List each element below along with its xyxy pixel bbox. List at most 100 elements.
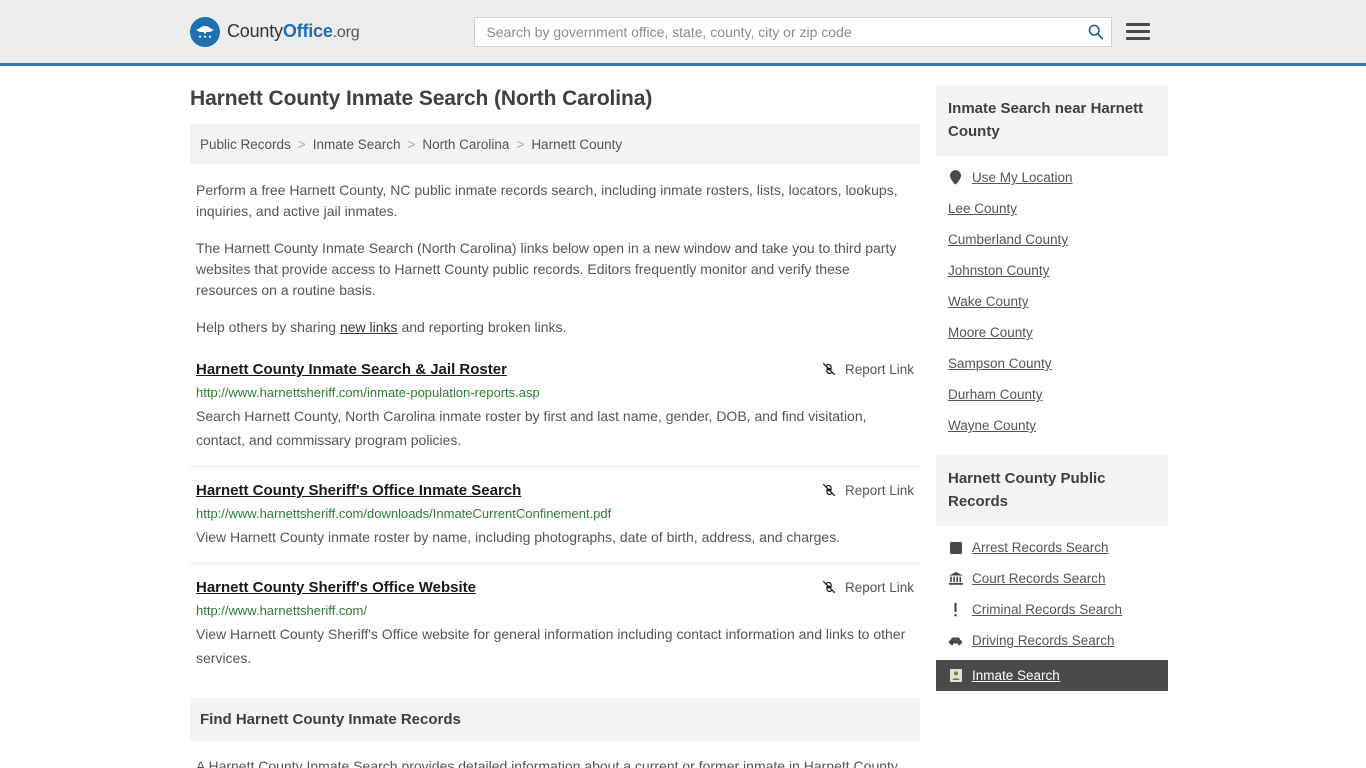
site-header: CountyOffice.org [0, 0, 1366, 66]
fingerprint-square-icon [948, 540, 963, 555]
find-records-heading: Find Harnett County Inmate Records [200, 711, 461, 728]
result-title-link[interactable]: Harnett County Sheriff's Office Inmate S… [196, 481, 521, 501]
public-records-panel: Harnett County Public Records Arrest Rec… [936, 455, 1168, 691]
search-button[interactable] [1085, 22, 1105, 42]
result-item: Harnett County Inmate Search & Jail Rost… [190, 360, 920, 467]
broken-link-icon [822, 484, 835, 496]
report-link-button[interactable]: Report Link [821, 481, 914, 498]
sidebar-item-johnston-county[interactable]: Johnston County [936, 255, 1168, 286]
sidebar-item-court-records[interactable]: Court Records Search [936, 563, 1168, 594]
county-link[interactable]: Moore County [948, 325, 1033, 340]
sidebar-item-sampson-county[interactable]: Sampson County [936, 348, 1168, 379]
result-title-link[interactable]: Harnett County Inmate Search & Jail Rost… [196, 360, 507, 380]
criminal-records-link[interactable]: Criminal Records Search [972, 602, 1122, 617]
find-records-body: A Harnett County Inmate Search provides … [196, 758, 901, 768]
result-url: http://www.harnettsheriff.com/ [196, 603, 367, 618]
logo-text-part1: County [227, 21, 283, 41]
header-search-area [474, 16, 1151, 47]
report-link-label: Report Link [844, 482, 914, 498]
search-box[interactable] [474, 16, 1113, 47]
share-prefix: Help others by sharing [196, 319, 340, 335]
hamburger-bar [1126, 23, 1151, 26]
county-link[interactable]: Sampson County [948, 356, 1052, 371]
county-link[interactable]: Johnston County [948, 263, 1049, 278]
car-icon [948, 633, 963, 648]
breadcrumb: Public Records > Inmate Search > North C… [190, 124, 920, 164]
report-link-label: Report Link [844, 579, 914, 595]
public-records-list: Arrest Records Search Court Records Sear… [936, 526, 1168, 691]
use-my-location-link[interactable]: Use My Location [972, 170, 1073, 185]
near-panel-header: Inmate Search near Harnett County [936, 85, 1168, 156]
sidebar-item-inmate-search[interactable]: Inmate Search [936, 660, 1168, 691]
results-list: Harnett County Inmate Search & Jail Rost… [190, 360, 920, 684]
breadcrumb-item-inmate-search[interactable]: Inmate Search [313, 137, 401, 152]
near-panel-heading: Inmate Search near Harnett County [948, 100, 1144, 140]
search-input[interactable] [475, 17, 1112, 46]
public-records-panel-header: Harnett County Public Records [936, 455, 1168, 526]
county-link[interactable]: Wayne County [948, 418, 1036, 433]
courthouse-icon [948, 571, 963, 586]
sidebar-item-cumberland-county[interactable]: Cumberland County [936, 224, 1168, 255]
sidebar-item-wayne-county[interactable]: Wayne County [936, 410, 1168, 441]
result-title-link[interactable]: Harnett County Sheriff's Office Website [196, 578, 476, 598]
site-logo-text: CountyOffice.org [227, 21, 360, 42]
county-link[interactable]: Lee County [948, 201, 1017, 216]
sidebar: Inmate Search near Harnett County Use My… [936, 63, 1168, 705]
breadcrumb-separator: > [516, 136, 525, 152]
result-item: Harnett County Sheriff's Office Inmate S… [190, 481, 920, 564]
search-icon [1088, 24, 1104, 40]
logo-text-part2: Office [282, 21, 333, 41]
sidebar-item-criminal-records[interactable]: Criminal Records Search [936, 594, 1168, 625]
near-panel: Inmate Search near Harnett County Use My… [936, 85, 1168, 441]
result-url: http://www.harnettsheriff.com/inmate-pop… [196, 385, 540, 400]
find-records-header: Find Harnett County Inmate Records [190, 698, 920, 741]
report-link-button[interactable]: Report Link [821, 578, 914, 595]
broken-link-icon [822, 363, 835, 375]
exclamation-icon [948, 602, 963, 617]
logo-text-part3: .org [332, 24, 360, 41]
sidebar-item-arrest-records[interactable]: Arrest Records Search [936, 532, 1168, 563]
result-description: Search Harnett County, North Carolina in… [196, 408, 867, 448]
sidebar-item-durham-county[interactable]: Durham County [936, 379, 1168, 410]
breadcrumb-separator: > [297, 136, 306, 152]
breadcrumb-separator: > [407, 136, 416, 152]
page-title: Harnett County Inmate Search (North Caro… [190, 87, 653, 110]
breadcrumb-item-harnett-county[interactable]: Harnett County [531, 137, 622, 152]
sidebar-item-driving-records[interactable]: Driving Records Search [936, 625, 1168, 656]
intro-paragraph-1: Perform a free Harnett County, NC public… [196, 182, 898, 219]
share-suffix: and reporting broken links. [397, 319, 567, 335]
main-content: Harnett County Inmate Search (North Caro… [190, 63, 920, 768]
sidebar-item-moore-county[interactable]: Moore County [936, 317, 1168, 348]
share-paragraph: Help others by sharing new links and rep… [190, 317, 920, 338]
breadcrumb-item-north-carolina[interactable]: North Carolina [422, 137, 509, 152]
county-link[interactable]: Wake County [948, 294, 1029, 309]
hamburger-menu-icon[interactable] [1126, 23, 1151, 40]
report-link-button[interactable]: Report Link [821, 360, 914, 377]
court-records-link[interactable]: Court Records Search [972, 571, 1106, 586]
breadcrumb-item-public-records[interactable]: Public Records [200, 137, 291, 152]
result-url: http://www.harnettsheriff.com/downloads/… [196, 506, 612, 521]
arrest-records-link[interactable]: Arrest Records Search [972, 540, 1109, 555]
result-description: View Harnett County inmate roster by nam… [196, 529, 841, 545]
near-panel-list: Use My Location Lee County Cumberland Co… [936, 156, 1168, 441]
site-logo[interactable]: CountyOffice.org [190, 16, 360, 47]
map-pin-icon [948, 170, 963, 185]
result-description: View Harnett County Sheriff's Office web… [196, 626, 906, 666]
eagle-shield-logo-icon [190, 16, 220, 47]
county-link[interactable]: Durham County [948, 387, 1043, 402]
intro-paragraph-2: The Harnett County Inmate Search (North … [196, 240, 897, 298]
sidebar-item-wake-county[interactable]: Wake County [936, 286, 1168, 317]
inmate-id-icon [948, 668, 963, 683]
hamburger-bar [1126, 30, 1151, 33]
new-links-link[interactable]: new links [340, 319, 398, 335]
inmate-search-link[interactable]: Inmate Search [972, 668, 1060, 683]
broken-link-icon [822, 581, 835, 593]
hamburger-bar [1126, 37, 1151, 40]
sidebar-item-lee-county[interactable]: Lee County [936, 193, 1168, 224]
county-link[interactable]: Cumberland County [948, 232, 1068, 247]
page-container: Harnett County Inmate Search (North Caro… [0, 63, 1366, 768]
report-link-label: Report Link [844, 361, 914, 377]
public-records-panel-heading: Harnett County Public Records [948, 470, 1106, 510]
driving-records-link[interactable]: Driving Records Search [972, 633, 1115, 648]
use-my-location-row[interactable]: Use My Location [936, 162, 1168, 193]
